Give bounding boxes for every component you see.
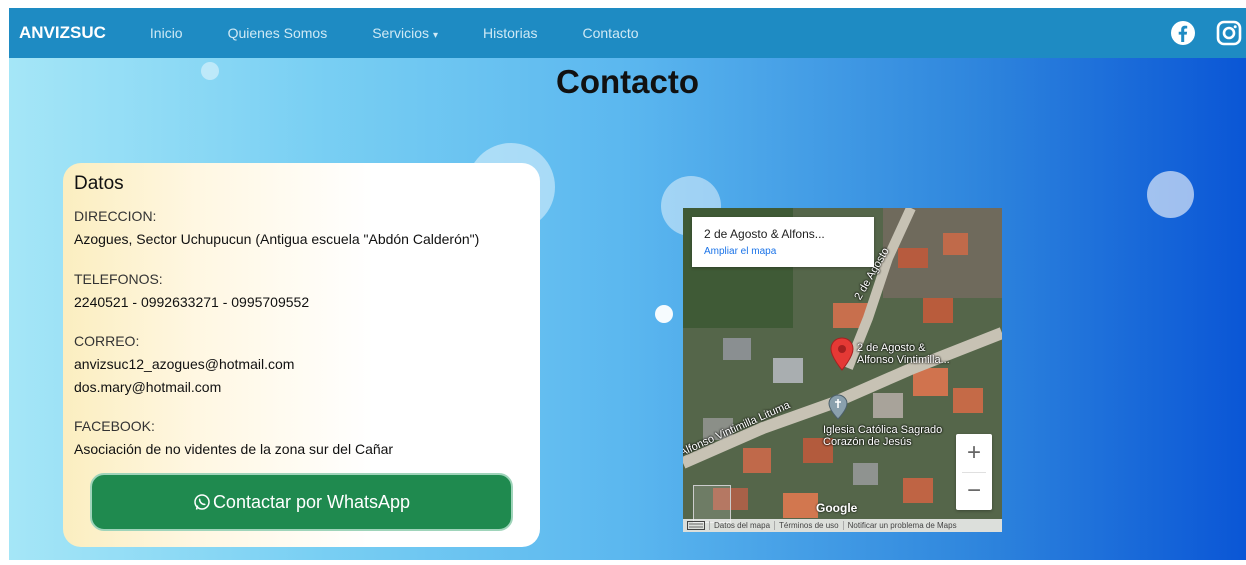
map-footer: Datos del mapa Términos de uso Notificar… bbox=[683, 519, 1002, 532]
navbar: ANVIZSUC Inicio Quienes Somos Servicios ▾… bbox=[9, 8, 1246, 58]
map-footer-datos[interactable]: Datos del mapa bbox=[709, 521, 774, 530]
brand-logo[interactable]: ANVIZSUC bbox=[19, 23, 106, 43]
decor-bubble bbox=[1147, 171, 1194, 218]
map-footer-terminos[interactable]: Términos de uso bbox=[774, 521, 843, 530]
zoom-control: + − bbox=[956, 434, 992, 510]
chevron-down-icon: ▾ bbox=[433, 30, 439, 41]
card-title: Datos bbox=[74, 173, 124, 194]
pin-label-line-2: Alfonso Vintimilla... bbox=[857, 354, 950, 366]
nav-link-servicios[interactable]: Servicios ▾ bbox=[372, 25, 438, 41]
map-pin-icon[interactable] bbox=[830, 337, 854, 371]
whatsapp-button-label: Contactar por WhatsApp bbox=[212, 491, 411, 512]
direccion-value: Azogues, Sector Uchupucun (Antigua escue… bbox=[74, 231, 480, 247]
ampliar-mapa-link[interactable]: Ampliar el mapa bbox=[704, 246, 776, 257]
streetview-icon[interactable] bbox=[693, 485, 731, 523]
nav-link-quienes-somos[interactable]: Quienes Somos bbox=[228, 25, 328, 41]
google-logo: Google bbox=[816, 501, 858, 515]
nav-link-servicios-label: Servicios bbox=[372, 25, 429, 41]
telefonos-value: 2240521 - 0992633271 - 0995709552 bbox=[74, 294, 310, 310]
facebook-label: FACEBOOK: bbox=[74, 418, 155, 434]
nav-link-historias[interactable]: Historias bbox=[483, 25, 537, 41]
church-pin-icon[interactable] bbox=[828, 394, 848, 420]
correo-label: CORREO: bbox=[74, 333, 140, 349]
keyboard-icon[interactable] bbox=[687, 521, 705, 530]
page-title: Contacto bbox=[556, 63, 699, 100]
facebook-value: Asociación de no videntes de la zona sur… bbox=[74, 441, 394, 457]
instagram-icon[interactable] bbox=[1215, 19, 1243, 47]
decor-bubble bbox=[655, 305, 673, 323]
zoom-out-button[interactable]: − bbox=[956, 472, 992, 510]
correo-value-2: dos.mary@hotmail.com bbox=[74, 379, 222, 395]
whatsapp-icon bbox=[194, 494, 210, 510]
map-info-window: 2 de Agosto & Alfons... Ampliar el mapa bbox=[692, 217, 874, 267]
map-info-title: 2 de Agosto & Alfons... bbox=[704, 227, 825, 241]
facebook-icon[interactable] bbox=[1169, 19, 1197, 47]
pin-label-line-1: 2 de Agosto & bbox=[857, 342, 926, 354]
nav-link-inicio[interactable]: Inicio bbox=[150, 25, 183, 41]
whatsapp-button[interactable]: Contactar por WhatsApp bbox=[90, 473, 513, 531]
church-label-line-1: Iglesia Católica Sagrado bbox=[823, 424, 943, 436]
church-label-line-2: Corazón de Jesús bbox=[823, 436, 912, 448]
page-frame: ANVIZSUC Inicio Quienes Somos Servicios ▾… bbox=[9, 8, 1246, 560]
direccion-label: DIRECCION: bbox=[74, 208, 157, 224]
nav-link-contacto[interactable]: Contacto bbox=[583, 25, 639, 41]
map-footer-notificar[interactable]: Notificar un problema de Maps bbox=[842, 521, 961, 530]
correo-value-1: anvizsuc12_azogues@hotmail.com bbox=[74, 356, 295, 372]
zoom-in-button[interactable]: + bbox=[956, 434, 992, 472]
google-map[interactable]: 2 de Agosto Alfonso Vintimilla Lituma 2 … bbox=[683, 208, 1002, 532]
telefonos-label: TELEFONOS: bbox=[74, 271, 163, 287]
contact-card: Datos DIRECCION: Azogues, Sector Uchupuc… bbox=[63, 163, 540, 547]
